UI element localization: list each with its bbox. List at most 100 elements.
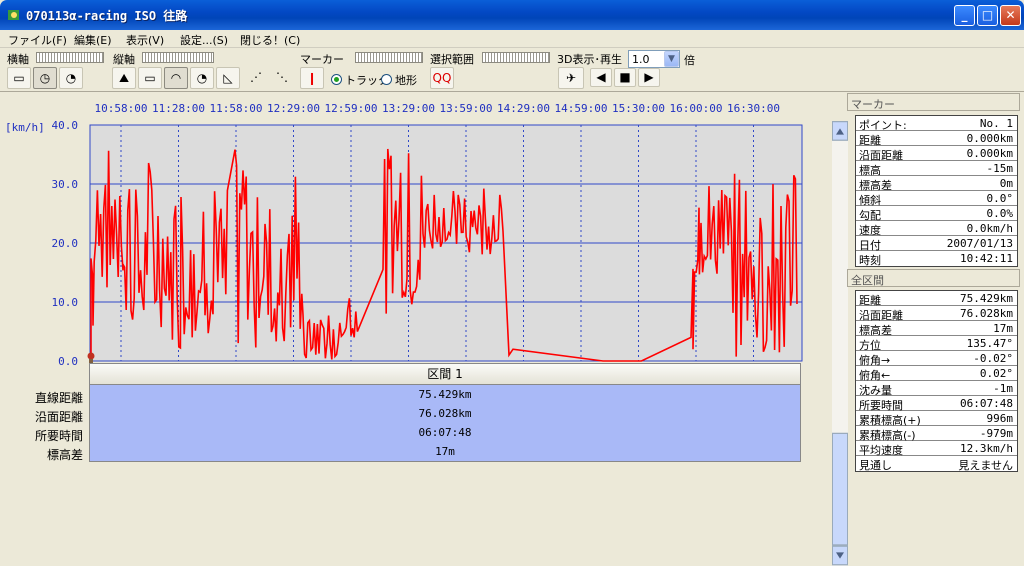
x-tick-label: 13:29:00 bbox=[382, 102, 435, 115]
speed-combo-dropdown[interactable]: ▼ bbox=[664, 51, 679, 67]
vertical-scrollbar[interactable] bbox=[832, 121, 848, 566]
marker-label: マーカー bbox=[300, 53, 344, 66]
y-tick-label: 20.0 bbox=[52, 237, 79, 250]
x-tick-label: 11:58:00 bbox=[210, 102, 263, 115]
selection-range-label: 選択範囲 bbox=[430, 53, 474, 66]
total-panel-table: 距離 75.429km 沿面距離 76.028km 標高差 17m 方位 135.47° 俯角→… bbox=[855, 290, 1018, 472]
total-row: 累積標高(+) 996m bbox=[856, 411, 1017, 427]
x-tick-label: 10:58:00 bbox=[95, 102, 148, 115]
title-bar: 070113α-racing ISO 往路 _ □ ✕ bbox=[0, 0, 1024, 30]
axis-point-button[interactable]: ◔ bbox=[59, 67, 83, 89]
axis-time-button[interactable]: ◷ bbox=[33, 67, 57, 89]
total-row: 累積標高(-) -979m bbox=[856, 426, 1017, 442]
radio-terrain[interactable] bbox=[381, 74, 392, 85]
speed-icon[interactable]: ◠ bbox=[164, 67, 188, 89]
marker-value: 0m bbox=[999, 177, 1013, 190]
label-straight-distance: 直線距離 bbox=[34, 391, 83, 405]
label-surface-distance: 沿面距離 bbox=[34, 410, 83, 424]
total-value: 12.3km/h bbox=[960, 442, 1013, 455]
marker-row: 標高 -15m bbox=[856, 161, 1017, 177]
radio-track[interactable] bbox=[331, 74, 342, 85]
marker-pin-icon[interactable]: ❙ bbox=[300, 67, 324, 89]
menu-view[interactable]: 表示(V) bbox=[126, 32, 164, 48]
marker-key: 時刻 bbox=[859, 254, 881, 267]
horizontal-axis-slider[interactable] bbox=[36, 52, 104, 63]
y-tick-label: 30.0 bbox=[52, 178, 79, 191]
marker-value: 0.0km/h bbox=[966, 222, 1013, 235]
close-button[interactable]: ✕ bbox=[1000, 5, 1021, 26]
stop-button[interactable]: ■ bbox=[614, 68, 636, 87]
marker-b-icon[interactable]: ⋱ bbox=[270, 67, 294, 89]
marker-row: 時刻 10:42:11 bbox=[856, 251, 1017, 267]
marker-row: 速度 0.0km/h bbox=[856, 221, 1017, 237]
label-elapsed-time: 所要時間 bbox=[34, 429, 83, 443]
total-panel-header: 全区間 bbox=[847, 269, 1020, 287]
3d-view-icon[interactable]: ✈ bbox=[558, 67, 584, 89]
toolbar: 横軸 ▭ ◷ ◔ 縦軸 ⛰ ▭ ◠ ◔ ◺ ⋰ ⋱ マーカー ❙ トラック 地形… bbox=[0, 48, 1024, 92]
x-tick-label: 14:59:00 bbox=[555, 102, 608, 115]
menu-edit[interactable]: 編集(E) bbox=[74, 32, 112, 48]
total-row: 俯角← 0.02° bbox=[856, 366, 1017, 382]
horizontal-axis-label: 横軸 bbox=[7, 53, 29, 66]
total-value: 75.429km bbox=[960, 292, 1013, 305]
marker-row: ポイント: No. 1 bbox=[856, 116, 1017, 132]
marker-value: No. 1 bbox=[979, 117, 1013, 130]
elevation-icon[interactable]: ⛰ bbox=[112, 67, 136, 89]
marker-value: -15m bbox=[986, 162, 1014, 175]
play-button[interactable]: ▶ bbox=[638, 68, 660, 87]
selection-icon[interactable]: QQ bbox=[430, 67, 454, 89]
selection-range-slider[interactable] bbox=[482, 52, 550, 63]
section-straight-distance: 75.429km bbox=[418, 388, 472, 401]
distance-icon[interactable]: ▭ bbox=[138, 67, 162, 89]
axis-distance-button[interactable]: ▭ bbox=[7, 67, 31, 89]
x-tick-label: 12:59:00 bbox=[325, 102, 378, 115]
marker-row: 沿面距離 0.000km bbox=[856, 146, 1017, 162]
times-label: 倍 bbox=[684, 54, 695, 67]
radio-terrain-label: 地形 bbox=[395, 74, 417, 87]
marker-value: 0.0° bbox=[986, 192, 1014, 205]
y-tick-label: 0.0 bbox=[58, 355, 78, 368]
x-tick-label: 14:29:00 bbox=[497, 102, 550, 115]
menu-bar: ファイル(F) 編集(E) 表示(V) 設定...(S) 閉じる！(C) bbox=[0, 30, 1024, 48]
total-value: -1m bbox=[993, 382, 1013, 395]
marker-row: 傾斜 0.0° bbox=[856, 191, 1017, 207]
window-title: 070113α-racing ISO 往路 bbox=[26, 9, 188, 23]
marker-panel-header: マーカー bbox=[847, 93, 1020, 111]
total-value: 17m bbox=[993, 322, 1013, 335]
maximize-button[interactable]: □ bbox=[977, 5, 998, 26]
rewind-button[interactable]: ◀ bbox=[590, 68, 612, 87]
display-3d-label: 3D表示･再生 bbox=[557, 53, 622, 66]
menu-file[interactable]: ファイル(F) bbox=[8, 32, 67, 48]
total-value: 135.47° bbox=[966, 337, 1013, 350]
gauge-icon[interactable]: ◔ bbox=[190, 67, 214, 89]
x-tick-label: 16:00:00 bbox=[670, 102, 723, 115]
marker-slider[interactable] bbox=[355, 52, 423, 63]
total-row: 方位 135.47° bbox=[856, 336, 1017, 352]
total-value: 見えません bbox=[958, 459, 1013, 472]
label-elevation-diff: 標高差 bbox=[46, 448, 83, 462]
marker-value: 0.000km bbox=[966, 132, 1013, 145]
slope-icon[interactable]: ◺ bbox=[216, 67, 240, 89]
minimize-button[interactable]: _ bbox=[954, 5, 975, 26]
menu-settings[interactable]: 設定...(S) bbox=[180, 32, 228, 48]
total-value: 0.02° bbox=[979, 367, 1013, 380]
section-elapsed-time: 06:07:48 bbox=[418, 426, 472, 439]
chart-area: 10:58:00 11:28:00 11:58:00 12:29:00 12:59:00… bbox=[3, 93, 848, 566]
section-elevation-diff: 17m bbox=[435, 445, 455, 458]
x-tick-label: 11:28:00 bbox=[152, 102, 205, 115]
vertical-axis-slider[interactable] bbox=[142, 52, 214, 63]
total-row: 標高差 17m bbox=[856, 321, 1017, 337]
total-row: 沈み量 -1m bbox=[856, 381, 1017, 397]
marker-a-icon[interactable]: ⋰ bbox=[244, 67, 268, 89]
marker-row: 標高差 0m bbox=[856, 176, 1017, 192]
marker-row: 距離 0.000km bbox=[856, 131, 1017, 147]
total-value: 06:07:48 bbox=[960, 397, 1013, 410]
marker-value: 10:42:11 bbox=[960, 252, 1013, 265]
total-key: 見通し bbox=[859, 459, 892, 472]
section-header[interactable]: 区間 1 bbox=[89, 363, 801, 385]
y-axis-label: [km/h] bbox=[5, 121, 45, 134]
menu-close[interactable]: 閉じる！(C) bbox=[240, 32, 300, 48]
app-icon bbox=[8, 10, 19, 20]
info-panel: マーカー ポイント: No. 1 距離 0.000km 沿面距離 0.000km 標高 -15… bbox=[847, 93, 1020, 480]
marker-row: 勾配 0.0% bbox=[856, 206, 1017, 222]
